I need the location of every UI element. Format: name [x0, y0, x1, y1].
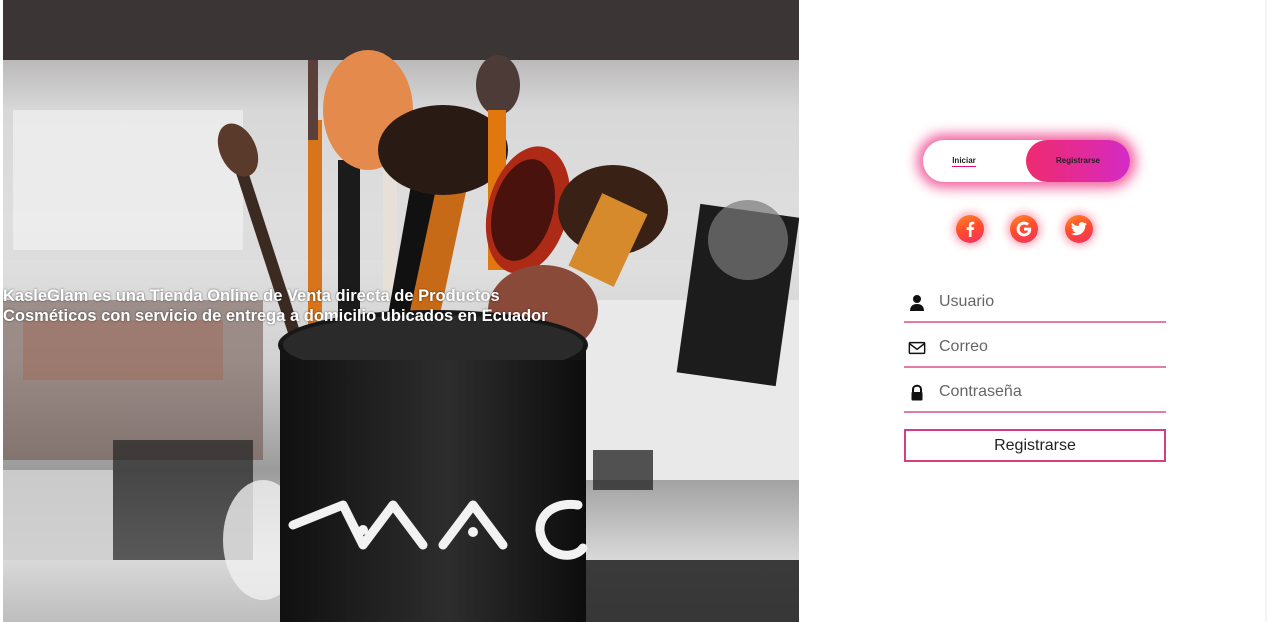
password-input[interactable] — [939, 379, 1159, 405]
hero-tagline-line1: KasleGlam es una Tienda Online de Venta … — [3, 287, 500, 305]
twitter-icon — [1071, 222, 1087, 236]
lock-icon — [911, 384, 923, 401]
tab-login[interactable]: Iniciar — [923, 140, 1005, 182]
google-button[interactable] — [1010, 215, 1038, 243]
register-submit-button[interactable]: Registrarse — [904, 429, 1166, 462]
email-input[interactable] — [939, 334, 1159, 360]
tab-register-label: Registrarse — [1055, 156, 1101, 165]
facebook-icon — [966, 221, 975, 237]
google-icon — [1016, 221, 1032, 237]
hero-image: KasleGlam es una Tienda Online de Venta … — [3, 0, 799, 622]
username-input[interactable] — [939, 289, 1159, 315]
twitter-button[interactable] — [1065, 215, 1093, 243]
hero-tagline: KasleGlam es una Tienda Online de Venta … — [3, 286, 623, 326]
hero-tagline-line2: Cosméticos con servicio de entrega a dom… — [3, 307, 548, 325]
tab-register[interactable]: Registrarse — [1026, 140, 1130, 182]
tab-login-label: Iniciar — [952, 156, 976, 167]
username-field — [904, 285, 1166, 323]
envelope-icon — [908, 341, 926, 355]
auth-toggle: Iniciar Registrarse — [923, 140, 1130, 182]
email-field — [904, 330, 1166, 368]
facebook-button[interactable] — [956, 215, 984, 243]
user-icon — [910, 295, 924, 311]
auth-panel: Iniciar Registrarse Usuario Correo Regis… — [800, 0, 1267, 622]
password-field — [904, 375, 1166, 413]
